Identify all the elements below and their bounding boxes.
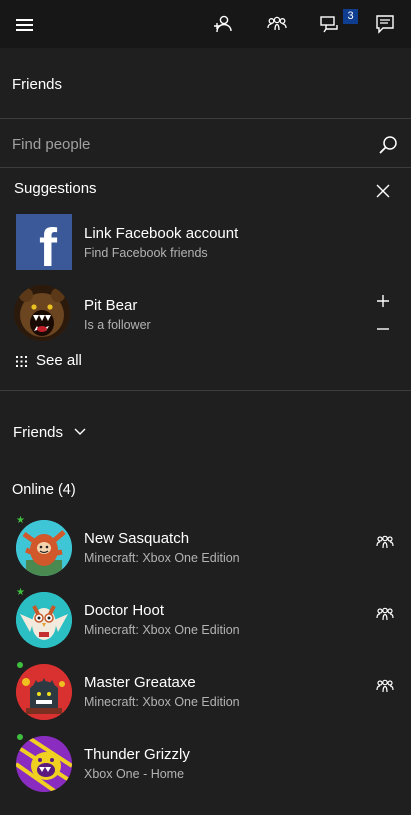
messages-icon[interactable] xyxy=(320,14,340,34)
friend-name: New Sasquatch xyxy=(84,530,190,547)
close-icon[interactable] xyxy=(376,184,390,198)
avatar xyxy=(16,736,72,792)
suggestion-subtitle: Is a follower xyxy=(84,318,151,332)
friend-status: Minecraft: Xbox One Edition xyxy=(84,623,240,637)
avatar xyxy=(14,285,70,341)
messages-badge: 3 xyxy=(343,9,358,24)
friends-filter-label: Friends xyxy=(13,424,64,441)
divider xyxy=(0,390,411,391)
suggestions-title: Suggestions xyxy=(14,180,97,197)
minus-icon[interactable] xyxy=(376,322,390,336)
online-indicator xyxy=(17,734,23,740)
see-all-label: See all xyxy=(36,352,82,369)
friend-name: Doctor Hoot xyxy=(84,602,165,619)
suggestion-subtitle: Find Facebook friends xyxy=(84,246,208,260)
party-icon[interactable] xyxy=(376,607,394,621)
suggestion-title: Link Facebook account xyxy=(84,225,239,242)
suggestion-facebook[interactable]: f Link Facebook account Find Facebook fr… xyxy=(0,212,411,274)
online-indicator xyxy=(17,662,23,668)
hamburger-icon[interactable] xyxy=(16,19,33,31)
top-bar: 3 xyxy=(0,0,411,48)
find-friend-icon[interactable] xyxy=(213,14,233,34)
plus-icon[interactable] xyxy=(376,294,390,308)
friend-name: Master Greataxe xyxy=(84,674,196,691)
grid-icon xyxy=(16,356,27,367)
divider xyxy=(0,167,411,168)
party-icon[interactable] xyxy=(376,679,394,693)
friend-row[interactable]: ★ New Sasquatch Minecraft: Xbox One Edit… xyxy=(0,516,411,578)
search-icon[interactable] xyxy=(378,135,398,155)
party-icon[interactable] xyxy=(376,535,394,549)
suggestion-title: Pit Bear xyxy=(84,297,138,314)
friend-row[interactable]: Master Greataxe Minecraft: Xbox One Edit… xyxy=(0,660,411,722)
friends-filter-dropdown[interactable]: Friends xyxy=(13,424,86,446)
page-title: Friends xyxy=(12,76,63,93)
chevron-down-icon xyxy=(74,428,86,435)
friend-status: Minecraft: Xbox One Edition xyxy=(84,551,240,565)
party-icon[interactable] xyxy=(267,14,287,34)
friend-status: Xbox One - Home xyxy=(84,767,185,781)
activity-feed-icon[interactable] xyxy=(375,14,395,34)
online-header: Online (4) xyxy=(12,482,76,498)
suggestion-pit-bear[interactable]: Pit Bear Is a follower xyxy=(0,284,411,346)
avatar xyxy=(16,592,72,648)
search-bar xyxy=(0,119,411,167)
friend-row[interactable]: ★ Doctor Hoot Minecraft: Xbox One Editio… xyxy=(0,588,411,650)
favorite-star-icon: ★ xyxy=(16,515,25,526)
facebook-icon: f xyxy=(16,214,72,270)
friend-row[interactable]: Thunder Grizzly Xbox One - Home xyxy=(0,732,411,794)
friend-status: Minecraft: Xbox One Edition xyxy=(84,695,240,709)
favorite-star-icon: ★ xyxy=(16,587,25,598)
friend-name: Thunder Grizzly xyxy=(84,746,190,763)
avatar xyxy=(16,664,72,720)
search-input[interactable] xyxy=(12,133,352,155)
avatar xyxy=(16,520,72,576)
